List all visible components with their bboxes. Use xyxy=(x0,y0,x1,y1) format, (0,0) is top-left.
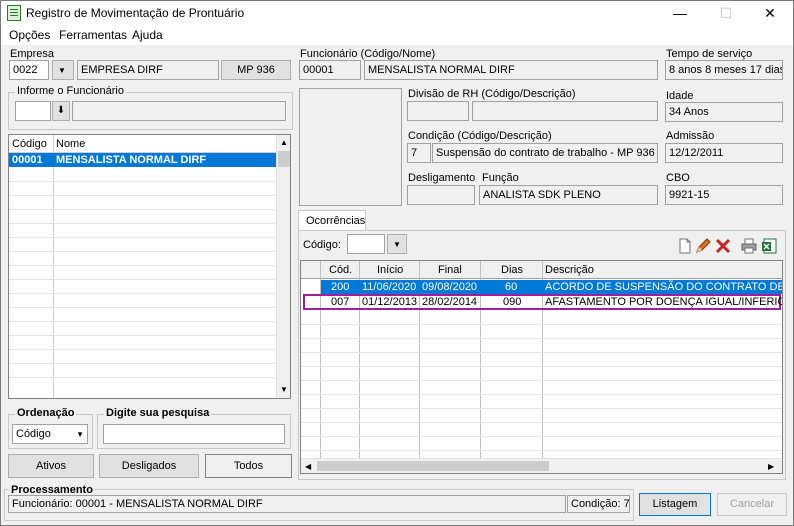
col-header-dias[interactable]: Dias xyxy=(501,264,523,276)
col-header-final[interactable]: Final xyxy=(438,264,462,276)
download-icon[interactable]: ⬇ xyxy=(52,101,70,121)
col-header-inicio[interactable]: Início xyxy=(377,264,403,276)
col-header-descricao[interactable]: Descrição xyxy=(545,264,594,276)
app-icon xyxy=(7,5,21,21)
minimize-button[interactable]: — xyxy=(657,1,703,25)
scroll-down-icon[interactable]: ▼ xyxy=(280,385,288,394)
processamento-condicao-field: Condição: 7 xyxy=(567,495,630,513)
ordenacao-label: Ordenação xyxy=(15,407,77,419)
window-title: Registro de Movimentação de Prontuário xyxy=(26,6,245,20)
scroll-thumb[interactable] xyxy=(278,151,290,167)
main-window: Registro de Movimentação de Prontuário —… xyxy=(0,0,794,526)
ocorrencias-grid: Cód. Início Final Dias Descrição 200 11/… xyxy=(300,260,783,474)
codigo-label: Código: xyxy=(303,239,341,251)
employee-list: Código Nome 00001 MENSALISTA NORMAL DIRF… xyxy=(8,134,291,399)
tempo-servico-label: Tempo de serviço xyxy=(666,48,753,60)
edit-icon[interactable] xyxy=(695,238,711,254)
scroll-thumb[interactable] xyxy=(317,461,549,471)
idade-label: Idade xyxy=(666,90,694,102)
chevron-down-icon: ▼ xyxy=(393,240,401,249)
pesquisa-input[interactable] xyxy=(103,424,285,444)
photo-frame[interactable] xyxy=(299,88,402,206)
maximize-button[interactable]: ☐ xyxy=(703,1,749,25)
scroll-left-icon[interactable]: ◀ xyxy=(305,462,311,471)
codigo-dropdown-button[interactable]: ▼ xyxy=(387,234,407,254)
chevron-down-icon: ▼ xyxy=(58,66,66,75)
codigo-input[interactable] xyxy=(347,234,385,254)
col-header-cod[interactable]: Cód. xyxy=(329,264,352,276)
condicao-desc-field: Suspensão do contrato de trabalho - MP 9… xyxy=(432,143,658,163)
col-header-codigo[interactable]: Código xyxy=(12,138,47,150)
ativos-button[interactable]: Ativos xyxy=(8,454,94,478)
new-document-icon[interactable] xyxy=(677,238,693,254)
funcao-field: ANALISTA SDK PLENO xyxy=(479,185,658,205)
desligamento-field xyxy=(407,185,475,205)
table-row[interactable]: 00001 MENSALISTA NORMAL DIRF xyxy=(9,153,276,167)
tab-ocorrencias[interactable]: Ocorrências xyxy=(298,210,366,231)
empresa-name-field: EMPRESA DIRF xyxy=(77,60,219,80)
admissao-field: 12/12/2011 xyxy=(665,143,783,163)
empresa-code-field[interactable]: 0022 xyxy=(9,60,49,80)
title-bar: Registro de Movimentação de Prontuário —… xyxy=(1,1,793,25)
informe-input[interactable] xyxy=(15,101,51,121)
scroll-up-icon[interactable]: ▲ xyxy=(280,138,288,147)
listagem-button[interactable]: Listagem xyxy=(639,493,711,516)
condicao-label: Condição (Código/Descrição) xyxy=(408,130,552,142)
table-row[interactable]: 007 01/12/2013 28/02/2014 090 AFASTAMENT… xyxy=(303,294,782,310)
tempo-servico-field: 8 anos 8 meses 17 dias xyxy=(665,60,783,80)
funcionario-name-field: MENSALISTA NORMAL DIRF xyxy=(364,60,658,80)
col-header-nome[interactable]: Nome xyxy=(56,138,85,150)
empresa-label: Empresa xyxy=(10,48,55,60)
informe-name-field xyxy=(72,101,286,121)
desligamento-label: Desligamento xyxy=(408,172,476,184)
empresa-dropdown-button[interactable]: ▼ xyxy=(52,60,74,80)
admissao-label: Admissão xyxy=(666,130,715,142)
processamento-funcionario-field: Funcionário: 00001 - MENSALISTA NORMAL D… xyxy=(8,495,566,513)
divisao-code-field xyxy=(407,101,469,121)
divisao-label: Divisão de RH (Código/Descrição) xyxy=(408,88,576,100)
ordenacao-select[interactable]: Código ▼ xyxy=(12,424,88,444)
export-excel-icon[interactable] xyxy=(761,238,777,254)
desligados-button[interactable]: Desligados xyxy=(99,454,199,478)
menu-ferramentas[interactable]: Ferramentas xyxy=(59,28,127,42)
menu-ajuda[interactable]: Ajuda xyxy=(132,28,163,42)
close-button[interactable]: ✕ xyxy=(747,1,793,25)
todos-button[interactable]: Todos xyxy=(205,454,292,478)
scroll-right-icon[interactable]: ▶ xyxy=(768,462,774,471)
menu-bar: Opções Ferramentas Ajuda xyxy=(1,25,793,45)
print-icon[interactable] xyxy=(741,238,757,254)
condicao-code-field: 7 xyxy=(407,143,431,163)
employee-list-scrollbar[interactable]: ▲ ▼ xyxy=(276,135,290,398)
cancelar-button[interactable]: Cancelar xyxy=(717,493,787,516)
funcionario-label: Funcionário (Código/Nome) xyxy=(300,48,436,60)
cbo-label: CBO xyxy=(666,172,690,184)
divisao-desc-field xyxy=(472,101,658,121)
table-row[interactable]: 200 11/06/2020 09/08/2020 60 ACORDO DE S… xyxy=(321,280,782,294)
ocorrencias-hscrollbar[interactable]: ◀ ▶ xyxy=(301,458,782,473)
pesquisa-label: Digite sua pesquisa xyxy=(104,407,212,419)
funcao-label: Função xyxy=(482,172,519,184)
funcionario-code-field: 00001 xyxy=(299,60,361,80)
mp936-button[interactable]: MP 936 xyxy=(221,60,291,80)
idade-field: 34 Anos xyxy=(665,102,783,122)
informe-label: Informe o Funcionário xyxy=(15,85,126,97)
chevron-down-icon: ▼ xyxy=(76,430,84,439)
cbo-field: 9921-15 xyxy=(665,185,783,205)
delete-icon[interactable] xyxy=(715,238,731,254)
menu-opcoes[interactable]: Opções xyxy=(9,28,50,42)
